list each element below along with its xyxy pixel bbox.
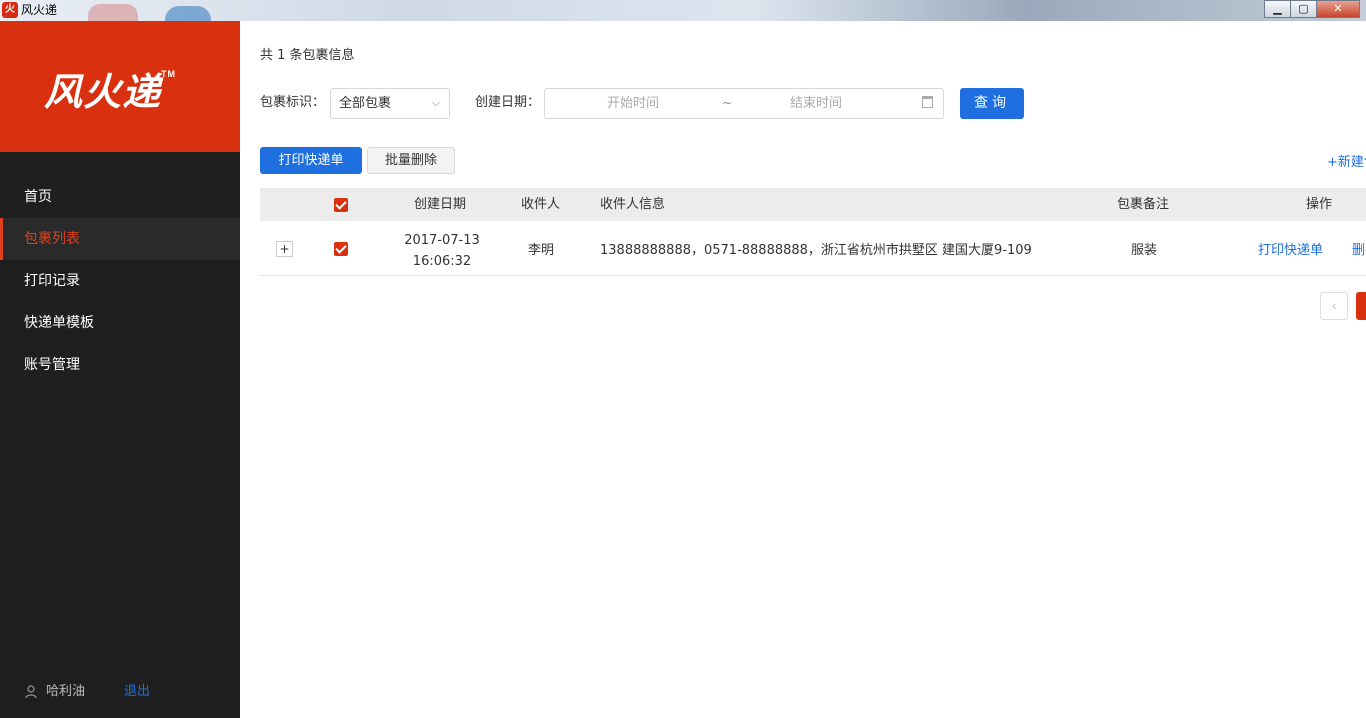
maximize-button[interactable]: ▢ (1290, 0, 1317, 18)
expand-row-button[interactable]: + (276, 241, 293, 257)
window-controls: ▁ ▢ ✕ (1264, 0, 1360, 19)
print-waybill-button[interactable]: 打印快递单 (260, 147, 362, 174)
sidebar-item-waybill-templates[interactable]: 快递单模板 (0, 302, 240, 344)
pager-current-page[interactable] (1356, 292, 1366, 320)
pager-prev-button[interactable]: ‹ (1320, 292, 1348, 320)
sidebar-item-package-list[interactable]: 包裹列表 (0, 218, 240, 260)
table-header: 创建日期 收件人 收件人信息 包裹备注 操作 (260, 188, 1366, 221)
row-time: 16:06:32 (412, 254, 472, 269)
row-delete-link[interactable]: 删除 (1352, 239, 1366, 258)
package-tag-select[interactable]: 全部包裹 ⌵ (330, 88, 450, 119)
row-checkbox[interactable] (334, 242, 348, 256)
row-recipient: 李明 (528, 243, 555, 258)
minimize-button[interactable]: ▁ (1264, 0, 1291, 18)
sidebar-item-print-records[interactable]: 打印记录 (0, 260, 240, 302)
sidebar: 风火递TM 首页 包裹列表 打印记录 快递单模板 账号管理 哈利油 退出 (0, 21, 240, 718)
app-icon: 火 (2, 2, 18, 18)
row-print-waybill-link[interactable]: 打印快递单 (1258, 239, 1323, 258)
logo-text: 风火递 (44, 69, 162, 114)
sidebar-item-home[interactable]: 首页 (0, 176, 240, 218)
user-area: 哈利油 退出 (0, 682, 240, 702)
package-tag-label: 包裹标识： (260, 95, 326, 110)
window-title: 风火递 (21, 3, 58, 17)
logo-trademark: TM (161, 69, 177, 79)
header-recipient: 收件人 (521, 197, 561, 212)
user-name: 哈利油 (46, 684, 86, 699)
package-table: 创建日期 收件人 收件人信息 包裹备注 操作 + 2017-07-13 16:0… (260, 188, 1366, 276)
select-all-checkbox[interactable] (334, 198, 348, 212)
row-remark: 服装 (1131, 243, 1158, 258)
chevron-down-icon: ⌵ (431, 96, 440, 109)
titlebar-background-decoration (165, 6, 211, 21)
package-count: 共 1 条包裹信息 (260, 48, 355, 63)
query-button[interactable]: 查询 (960, 88, 1024, 119)
package-tag-value: 全部包裹 (339, 96, 392, 111)
logo-area: 风火递TM (0, 21, 240, 152)
row-date: 2017-07-13 (404, 233, 480, 248)
logout-link[interactable]: 退出 (124, 682, 150, 702)
main-content: 共 1 条包裹信息 包裹标识： 全部包裹 ⌵ 创建日期： 开始时间 ~ 结束时间… (240, 21, 1366, 718)
calendar-icon[interactable] (922, 96, 933, 108)
header-operations: 操作 (1306, 197, 1333, 212)
row-recipient-info: 13888888888，0571-88888888，浙江省杭州市拱墅区 建国大厦… (600, 243, 1032, 258)
row-created-date: 2017-07-13 16:06:32 (400, 230, 484, 272)
brand-logo: 风火递TM (44, 61, 176, 116)
close-button[interactable]: ✕ (1316, 0, 1360, 18)
titlebar-background-decoration (88, 4, 138, 21)
end-date-input[interactable]: 结束时间 (790, 89, 842, 118)
start-date-input[interactable]: 开始时间 (607, 89, 659, 118)
header-remark: 包裹备注 (1117, 197, 1170, 212)
header-recipient-info: 收件人信息 (600, 197, 666, 212)
sidebar-item-account-management[interactable]: 账号管理 (0, 344, 240, 386)
user-icon (25, 685, 37, 699)
date-range-separator: ~ (722, 96, 733, 110)
sidebar-nav: 首页 包裹列表 打印记录 快递单模板 账号管理 (0, 176, 240, 386)
date-range-picker[interactable]: 开始时间 ~ 结束时间 (544, 88, 944, 119)
table-row: + 2017-07-13 16:06:32 李明 13888888888，057… (260, 221, 1366, 276)
header-created-date: 创建日期 (414, 197, 467, 212)
created-date-label: 创建日期： (475, 95, 541, 110)
new-package-link[interactable]: +新建包裹 (1327, 151, 1366, 170)
window-titlebar: 火 风火递 ▁ ▢ ✕ (0, 0, 1366, 21)
batch-delete-button[interactable]: 批量删除 (367, 147, 455, 174)
